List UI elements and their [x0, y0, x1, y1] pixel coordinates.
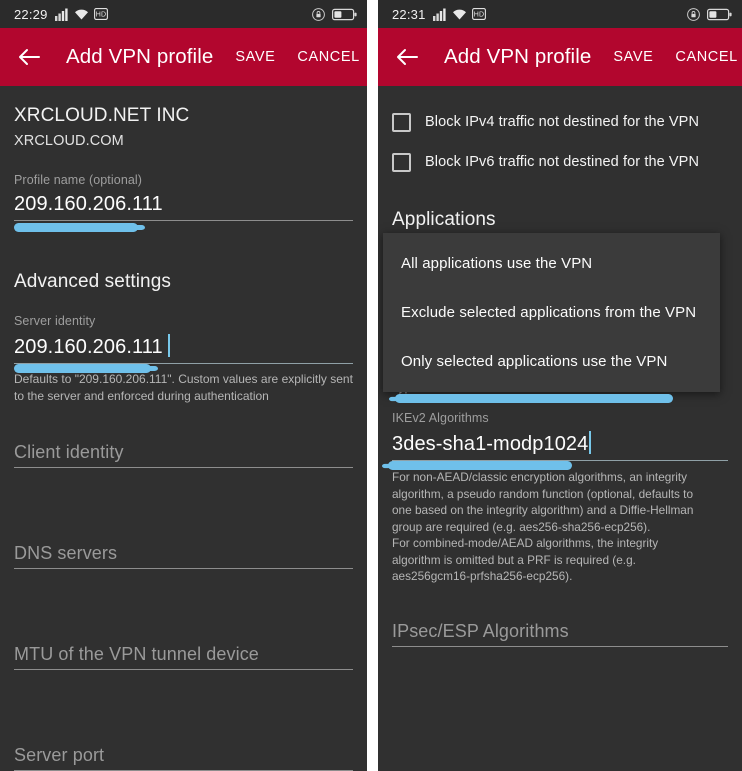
server-identity-value: 209.160.206.111: [14, 334, 353, 363]
ikev2-algorithms-value: 3des-sha1-modp1024: [392, 431, 728, 460]
svg-text:HD: HD: [95, 12, 106, 19]
app-bar-right: Add VPN profile SAVE CANCEL: [378, 28, 742, 86]
svg-text:HD: HD: [473, 12, 484, 19]
hd-icon: HD: [93, 8, 108, 20]
text-cursor: [167, 334, 170, 357]
ipsec-esp-algorithms-placeholder: IPsec/ESP Algorithms: [392, 620, 569, 641]
lock-rotation-icon: [312, 7, 325, 21]
highlight-stroke-profile-name: [14, 223, 138, 232]
block-ipv4-label: Block IPv4 traffic not destined for the …: [425, 114, 700, 130]
left-content: XRCLOUD.NET INC XRCLOUD.COM Profile name…: [0, 105, 367, 771]
hd-icon: HD: [471, 8, 486, 20]
text-cursor: [589, 431, 592, 454]
dropdown-option-only-selected[interactable]: Only selected applications use the VPN: [383, 337, 720, 386]
ikev2-algorithms-label: IKEv2 Algorithms: [392, 411, 489, 425]
status-bar-left-icons-right: HD: [432, 8, 486, 21]
ikev2-algorithms-text: 3des-sha1-modp1024: [392, 433, 589, 455]
dns-servers-placeholder: DNS servers: [14, 543, 118, 564]
page-title-right: Add VPN profile: [444, 45, 592, 68]
ikev2-hint-line-5: For combined-mode/AEAD algorithms, the i…: [392, 536, 659, 551]
client-identity-underline: [14, 467, 353, 469]
status-bar-right-icons: [312, 7, 357, 21]
status-bar-right-icons-right: [687, 7, 732, 21]
ipsec-esp-algorithms-underline: [392, 645, 728, 647]
block-ipv6-label: Block IPv6 traffic not destined for the …: [425, 154, 700, 170]
ikev2-algorithms-field[interactable]: IKEv2 Algorithms 3des-sha1-modp1024 For …: [388, 411, 728, 585]
ikev2-hint-line-7: aes256gcm16-prfsha256-ecp256).: [392, 569, 573, 584]
block-ipv6-row[interactable]: Block IPv6 traffic not destined for the …: [392, 145, 728, 179]
app-bar: Add VPN profile SAVE CANCEL: [0, 28, 367, 86]
dropdown-option-exclude-selected[interactable]: Exclude selected applications from the V…: [383, 288, 720, 337]
ikev2-algorithms-hint: For non-AEAD/classic encryption algorith…: [392, 469, 728, 585]
save-button[interactable]: SAVE: [235, 49, 275, 65]
client-identity-placeholder: Client identity: [14, 442, 124, 463]
signal-icon: [54, 8, 69, 21]
profile-name-field[interactable]: Profile name (optional) 209.160.206.111: [14, 173, 353, 232]
dns-servers-field[interactable]: DNS servers: [14, 543, 353, 570]
profile-name-label: Profile name (optional): [14, 173, 143, 187]
save-button[interactable]: SAVE: [613, 49, 653, 65]
server-identity-label: Server identity: [14, 314, 96, 328]
back-arrow-icon[interactable]: [16, 44, 42, 70]
status-bar-left-icons: HD: [54, 8, 108, 21]
profile-name-value: 209.160.206.111: [14, 193, 163, 215]
block-ipv4-checkbox[interactable]: [392, 112, 411, 132]
page-title: Add VPN profile: [66, 45, 214, 68]
back-arrow-icon[interactable]: [394, 44, 420, 70]
dropdown-option-all-applications[interactable]: All applications use the VPN: [383, 239, 720, 288]
cancel-button[interactable]: CANCEL: [297, 49, 359, 65]
battery-icon: [707, 8, 732, 21]
mtu-field[interactable]: MTU of the VPN tunnel device: [14, 644, 353, 671]
ikev2-hint-line-2: algorithm, a pseudo random function (opt…: [392, 486, 694, 501]
server-identity-underline: [14, 363, 353, 364]
battery-icon: [332, 8, 357, 21]
server-port-placeholder: Server port: [14, 745, 105, 766]
ikev2-hint-line-4: group are required (e.g. aes256-sha256-e…: [392, 519, 651, 534]
applications-title: Applications: [392, 209, 496, 230]
mtu-placeholder: MTU of the VPN tunnel device: [14, 644, 259, 665]
server-identity-text: 209.160.206.111: [14, 336, 163, 358]
block-ipv6-checkbox[interactable]: [392, 152, 411, 172]
client-identity-field[interactable]: Client identity: [14, 442, 353, 469]
block-ipv4-row[interactable]: Block IPv4 traffic not destined for the …: [392, 105, 728, 139]
server-identity-field[interactable]: Server identity 209.160.206.111 Defaults…: [14, 314, 353, 404]
ipsec-esp-algorithms-field[interactable]: IPsec/ESP Algorithms: [392, 621, 728, 647]
ikev2-algorithms-underline: [392, 460, 728, 461]
server-port-field[interactable]: Server port: [14, 745, 353, 771]
wifi-icon: [452, 8, 467, 20]
panel-divider: [367, 0, 378, 771]
cancel-button[interactable]: CANCEL: [675, 49, 737, 65]
status-bar-clock: 22:29: [14, 6, 48, 22]
applications-dropdown[interactable]: All applications use the VPN Exclude sel…: [383, 233, 720, 403]
screenshot-root: 22:29 HD Add VPN profile SAVE CANCEL XRC…: [0, 0, 742, 771]
right-phone-screen: 22:31 HD Add VPN profile SAVE CANCEL Blo…: [378, 0, 742, 771]
left-phone-screen: 22:29 HD Add VPN profile SAVE CANCEL XRC…: [0, 0, 367, 771]
right-content: Block IPv4 traffic not destined for the …: [378, 105, 742, 771]
mtu-underline: [14, 669, 353, 671]
ikev2-hint-line-3: one based on the integrity algorithm) an…: [392, 503, 694, 518]
wifi-icon: [74, 8, 89, 20]
status-bar-right: 22:31 HD: [378, 0, 742, 28]
profile-name-underline: [14, 220, 353, 221]
signal-icon: [432, 8, 447, 21]
status-bar: 22:29 HD: [0, 0, 367, 28]
organization-name: XRCLOUD.NET INC: [14, 105, 190, 126]
status-bar-clock-right: 22:31: [392, 6, 426, 22]
lock-rotation-icon: [687, 7, 700, 21]
advanced-settings-title: Advanced settings: [14, 271, 171, 292]
ikev2-hint-line-6: algorithm is omitted but a PRF is requir…: [392, 552, 636, 567]
server-identity-hint: Defaults to "209.160.206.111". Custom va…: [14, 372, 353, 403]
dns-servers-underline: [14, 568, 353, 570]
ikev2-hint-line-1: For non-AEAD/classic encryption algorith…: [392, 470, 688, 484]
organization-domain: XRCLOUD.COM: [14, 133, 124, 149]
